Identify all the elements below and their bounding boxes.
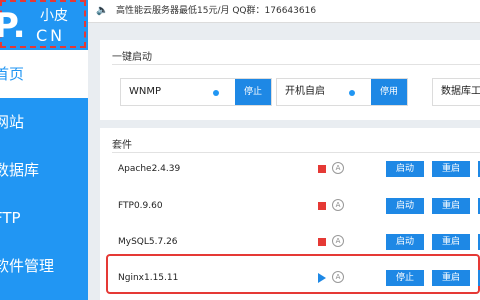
stopped-icon — [318, 165, 326, 173]
quickstart-panel: 一键启动 WNMP 停止 开机自启 停用 数据库工 — [100, 40, 480, 120]
sidebar: P. 小皮 CN 首页 网站 数据库 FTP 软件管理 — [0, 0, 88, 300]
sidebar-item-database[interactable]: 数据库 — [0, 146, 88, 194]
wnmp-label: WNMP — [129, 86, 162, 97]
logo-text-top: 小皮 — [40, 8, 68, 24]
autostart-disable-button[interactable]: 停用 — [371, 79, 407, 105]
service-name: Nginx1.15.11 — [118, 273, 179, 283]
start-button[interactable]: 启动 — [386, 161, 424, 177]
table-row: Nginx1.15.11 A 停止 重启 — [110, 264, 480, 292]
announcement-bar: 🔈 高性能云服务器最低15元/月 QQ群：176643616 — [88, 0, 480, 23]
logo: P. 小皮 CN — [0, 0, 86, 48]
dbtool-card[interactable]: 数据库工 — [432, 78, 480, 106]
restart-button[interactable]: 重启 — [432, 234, 470, 250]
divider — [112, 64, 480, 65]
restart-button[interactable]: 重启 — [432, 161, 470, 177]
autostart-icon[interactable]: A — [332, 235, 344, 247]
restart-button[interactable]: 重启 — [432, 198, 470, 214]
restart-button[interactable]: 重启 — [432, 270, 470, 286]
autostart-card: 开机自启 停用 — [276, 78, 408, 106]
autostart-icon[interactable]: A — [332, 162, 344, 174]
sidebar-nav: 首页 网站 数据库 FTP 软件管理 — [0, 50, 88, 290]
announcement-text[interactable]: 高性能云服务器最低15元/月 QQ群：176643616 — [116, 0, 316, 22]
service-name: FTP0.9.60 — [118, 201, 163, 211]
sidebar-item-websites[interactable]: 网站 — [0, 98, 88, 146]
quickstart-title: 一键启动 — [112, 52, 152, 63]
autostart-icon[interactable]: A — [332, 271, 344, 283]
wnmp-stop-button[interactable]: 停止 — [235, 79, 271, 105]
sidebar-item-ftp[interactable]: FTP — [0, 194, 88, 242]
autostart-icon[interactable]: A — [332, 199, 344, 211]
stopped-icon — [318, 202, 326, 210]
divider — [112, 152, 480, 153]
start-button[interactable]: 启动 — [386, 198, 424, 214]
autostart-label: 开机自启 — [285, 86, 325, 97]
table-row: MySQL5.7.26 A 启动 重启 — [110, 228, 480, 256]
sidebar-item-software[interactable]: 软件管理 — [0, 242, 88, 290]
table-row: FTP0.9.60 A 启动 重启 — [110, 192, 480, 220]
logo-mark: P. — [0, 6, 26, 46]
wnmp-card: WNMP 停止 — [120, 78, 272, 106]
running-icon — [318, 273, 326, 283]
service-name: MySQL5.7.26 — [118, 237, 178, 247]
table-row: Apache2.4.39 A 启动 重启 — [110, 155, 480, 183]
sidebar-item-home[interactable]: 首页 — [0, 50, 88, 98]
wnmp-status-dot — [213, 90, 219, 96]
stopped-icon — [318, 238, 326, 246]
speaker-icon: 🔈 — [96, 5, 109, 16]
dbtool-label: 数据库工 — [441, 86, 480, 97]
stop-button[interactable]: 停止 — [386, 270, 424, 286]
start-button[interactable]: 启动 — [386, 234, 424, 250]
logo-text-bottom: CN — [36, 26, 66, 45]
autostart-status-dot — [349, 90, 355, 96]
service-name: Apache2.4.39 — [118, 164, 181, 174]
suite-title: 套件 — [112, 140, 132, 151]
